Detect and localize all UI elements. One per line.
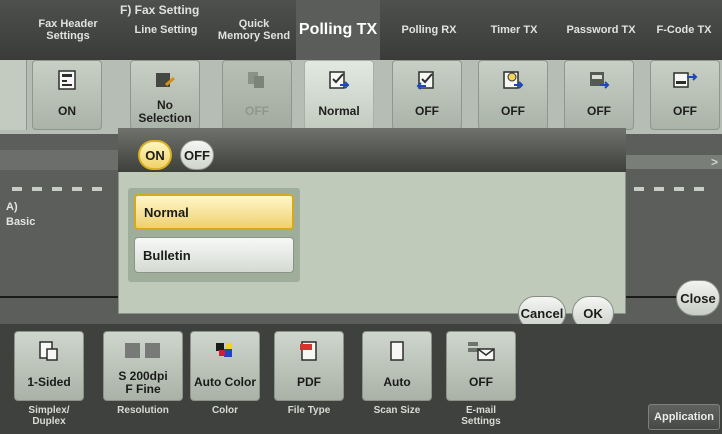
card-value: PDF <box>297 375 321 389</box>
label-simplex-duplex: Simplex/ Duplex <box>28 405 70 427</box>
tab-timer-tx[interactable]: Timer TX <box>472 0 556 60</box>
pdf-icon <box>300 341 317 361</box>
scan-size-card[interactable]: Auto <box>362 331 432 401</box>
card-partial <box>0 60 27 130</box>
timer-tx-card[interactable]: OFF <box>478 60 548 130</box>
label-scan-size: Scan Size <box>373 405 421 416</box>
scroll-right-icon[interactable]: > <box>711 155 718 169</box>
page-indicator-right <box>634 178 722 191</box>
label-resolution: Resolution <box>117 405 169 416</box>
polling-rx-icon <box>416 71 434 90</box>
password-tx-card[interactable]: OFF <box>564 60 634 130</box>
tab-quick-memory-send[interactable]: Quick Memory Send <box>212 0 296 60</box>
tab-password-tx[interactable]: Password TX <box>558 0 644 60</box>
tab-fax-header-settings[interactable]: Fax Header Settings <box>14 0 122 60</box>
card-value: S 200dpi F Fine <box>118 369 168 396</box>
tab-label: Quick Memory Send <box>217 18 291 42</box>
timer-tx-icon <box>503 71 524 89</box>
close-button[interactable]: Close <box>676 280 720 316</box>
line-setting-card[interactable]: No Selection <box>130 60 200 130</box>
tab-line-setting[interactable]: Line Setting <box>124 0 208 60</box>
horizontal-scrollbar[interactable]: > <box>626 155 722 169</box>
toggle-on-button[interactable]: ON <box>138 140 172 170</box>
side-section-a: A) Basic <box>6 201 35 229</box>
page-icon <box>390 341 404 361</box>
polling-rx-card[interactable]: OFF <box>392 60 462 130</box>
divider-left <box>0 296 118 298</box>
fax-header-card[interactable]: ON <box>32 60 102 130</box>
tab-fcode-tx[interactable]: F-Code TX <box>646 0 722 60</box>
label-file-type: File Type <box>287 405 331 416</box>
fcode-tx-icon <box>673 72 698 88</box>
label-email-settings: E-mail Settings <box>461 405 501 427</box>
card-value: OFF <box>469 375 493 389</box>
divider-right <box>626 296 676 298</box>
fcode-tx-card[interactable]: OFF <box>650 60 720 130</box>
resolution-card[interactable]: S 200dpi F Fine <box>103 331 183 401</box>
tab-label: Timer TX <box>490 24 538 36</box>
application-button[interactable]: Application <box>648 404 720 430</box>
quick-memory-icon <box>248 72 264 88</box>
tab-label: Polling TX <box>298 21 378 38</box>
page-indicator <box>12 178 122 191</box>
option-normal[interactable]: Normal <box>134 194 294 230</box>
email-settings-card[interactable]: OFF <box>446 331 516 401</box>
side-label-basic: Basic <box>6 216 36 228</box>
tab-label: Polling RX <box>401 24 457 36</box>
tab-label: F-Code TX <box>656 24 712 36</box>
toggle-off-button[interactable]: OFF <box>180 140 214 170</box>
simplex-icon <box>39 341 58 361</box>
tab-polling-tx[interactable]: Polling TX <box>296 0 380 60</box>
tab-label: Line Setting <box>134 24 198 36</box>
tab-polling-rx[interactable]: Polling RX <box>388 0 470 60</box>
card-value: Normal <box>318 104 360 118</box>
side-label-a: A) <box>6 201 18 213</box>
color-icon <box>216 343 232 357</box>
card-value: OFF <box>501 104 525 118</box>
card-value: OFF <box>415 104 439 118</box>
left-header-strip <box>0 150 118 170</box>
card-value: Auto Color <box>194 375 256 389</box>
email-icon <box>468 342 495 361</box>
file-type-card[interactable]: PDF <box>274 331 344 401</box>
label-color: Color <box>211 405 239 416</box>
resolution-icon <box>125 343 160 358</box>
card-value: OFF <box>587 104 611 118</box>
fax-header-icon <box>58 70 76 90</box>
line-setting-icon <box>156 73 175 87</box>
polling-tx-card[interactable]: Normal <box>304 60 374 130</box>
password-tx-icon <box>590 72 610 89</box>
simplex-duplex-card[interactable]: 1-Sided <box>14 331 84 401</box>
color-card[interactable]: Auto Color <box>190 331 260 401</box>
card-value: Auto <box>383 375 411 389</box>
card-value: 1-Sided <box>27 375 71 389</box>
card-value: OFF <box>245 104 269 118</box>
card-value: No Selection <box>138 98 192 125</box>
card-value: OFF <box>673 104 697 118</box>
quick-memory-card: OFF <box>222 60 292 130</box>
tab-label: Fax Header Settings <box>38 18 98 42</box>
polling-tx-icon <box>329 71 350 89</box>
tab-label: Password TX <box>566 24 636 36</box>
card-value: ON <box>58 104 76 118</box>
option-bulletin[interactable]: Bulletin <box>134 237 294 273</box>
